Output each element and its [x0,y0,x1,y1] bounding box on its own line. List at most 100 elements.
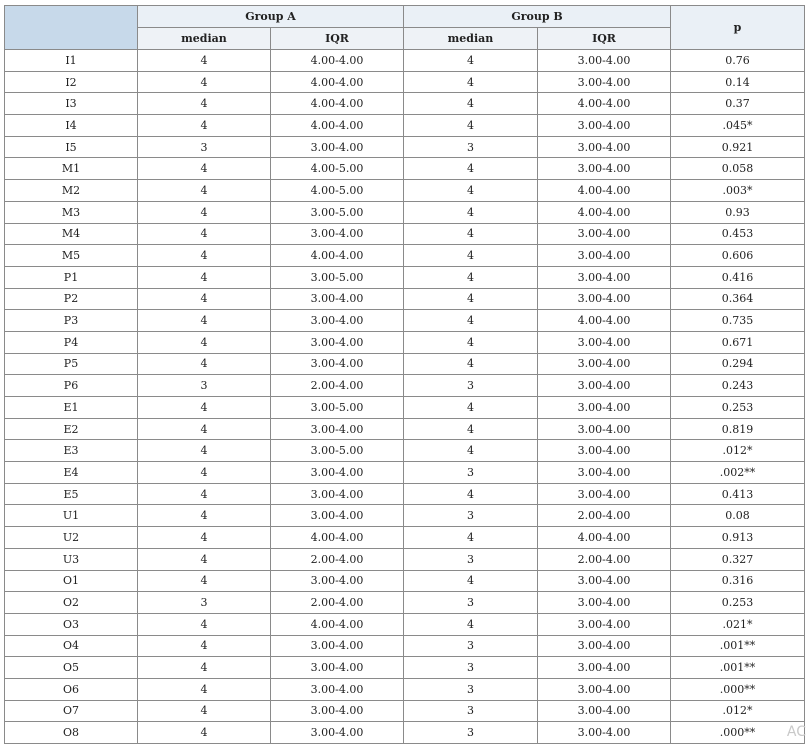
cell-item: E4 [4,461,138,484]
cell-a-iqr: 4.00-4.00 [270,70,404,94]
cell-b-iqr: 4.00-4.00 [537,309,671,332]
cell-item: U1 [4,504,138,528]
cell-b-iqr: 3.00-4.00 [537,157,671,181]
cell-p: 0.913 [670,526,805,549]
cell-b-iqr: 3.00-4.00 [537,287,671,311]
cell-item: P6 [4,374,138,397]
header-p: p [670,5,805,50]
cell-a-median: 4 [137,92,271,116]
cell-a-iqr: 3.00-4.00 [270,309,404,332]
cell-a-iqr: 4.00-4.00 [270,92,404,116]
cell-item: I5 [4,135,138,159]
table-body: I1 4 4.00-4.00 4 3.00-4.00 0.76 I2 4 4.00-4.00 4 3… [4,49,805,744]
cell-a-iqr: 4.00-4.00 [270,114,404,137]
cell-p: 0.294 [670,352,805,376]
cell-p: 0.08 [670,504,805,528]
header-a-iqr: IQR [270,27,404,50]
cell-b-median: 4 [403,114,538,137]
cell-a-median: 4 [137,439,271,463]
table-row: M3 4 3.00-5.00 4 4.00-4.00 0.93 [4,200,805,224]
cell-b-median: 3 [403,374,538,397]
cell-item: M5 [4,244,138,267]
cell-a-median: 4 [137,287,271,311]
table-row: E3 4 3.00-5.00 4 3.00-4.00.012* [4,439,805,463]
cell-a-median: 4 [137,222,271,246]
cell-b-iqr: 3.00-4.00 [537,417,671,441]
cell-p: .000** [670,677,805,701]
watermark-text: AC [786,724,806,740]
table-row: M2 4 4.00-5.00 4 4.00-4.00.003* [4,179,805,202]
table-row: O7 4 3.00-4.00 3 3.00-4.00.012* [4,699,805,723]
cell-b-iqr: 3.00-4.00 [537,591,671,614]
table-row: M4 4 3.00-4.00 4 3.00-4.00 0.453 [4,222,805,246]
cell-b-iqr: 3.00-4.00 [537,352,671,376]
cell-a-iqr: 3.00-4.00 [270,656,404,679]
cell-b-median: 4 [403,179,538,202]
cell-b-iqr: 3.00-4.00 [537,396,671,419]
cell-b-median: 4 [403,222,538,246]
header-corner-cell [4,5,138,50]
cell-a-iqr: 4.00-4.00 [270,526,404,549]
cell-item: P3 [4,309,138,332]
cell-item: E5 [4,482,138,506]
cell-b-iqr: 3.00-4.00 [537,374,671,397]
cell-a-iqr: 3.00-4.00 [270,222,404,246]
cell-item: O4 [4,634,138,658]
cell-item: O6 [4,677,138,701]
cell-p: 0.416 [670,265,805,289]
cell-b-median: 4 [403,439,538,463]
cell-a-iqr: 3.00-5.00 [270,200,404,224]
cell-p: 0.76 [670,49,805,72]
cell-b-iqr: 3.00-4.00 [537,634,671,658]
table-row: E2 4 3.00-4.00 4 3.00-4.00 0.819 [4,417,805,441]
cell-a-median: 4 [137,461,271,484]
cell-b-iqr: 3.00-4.00 [537,461,671,484]
cell-a-iqr: 2.00-4.00 [270,591,404,614]
cell-b-median: 3 [403,634,538,658]
cell-a-iqr: 3.00-4.00 [270,135,404,159]
table-row: U3 4 2.00-4.00 3 2.00-4.00 0.327 [4,547,805,571]
cell-a-median: 4 [137,179,271,202]
cell-item: I2 [4,70,138,94]
cell-a-median: 3 [137,374,271,397]
cell-b-median: 3 [403,461,538,484]
cell-b-median: 4 [403,157,538,181]
cell-item: O8 [4,721,138,744]
statistics-table: Group A Group B p median IQR median IQR … [4,5,805,744]
cell-a-iqr: 3.00-5.00 [270,396,404,419]
cell-p: 0.921 [670,135,805,159]
cell-b-iqr: 3.00-4.00 [537,244,671,267]
cell-a-median: 4 [137,699,271,723]
cell-item: E1 [4,396,138,419]
cell-item: M2 [4,179,138,202]
cell-p: .000** [670,721,805,744]
cell-a-median: 4 [137,721,271,744]
cell-a-median: 4 [137,656,271,679]
table-row: P1 4 3.00-5.00 4 3.00-4.00 0.416 [4,265,805,289]
cell-b-median: 4 [403,92,538,116]
cell-item: U2 [4,526,138,549]
cell-b-iqr: 3.00-4.00 [537,265,671,289]
cell-item: I4 [4,114,138,137]
cell-b-median: 3 [403,547,538,571]
cell-a-iqr: 3.00-4.00 [270,417,404,441]
cell-a-iqr: 3.00-5.00 [270,265,404,289]
cell-item: P1 [4,265,138,289]
table-row: E1 4 3.00-5.00 4 3.00-4.00 0.253 [4,396,805,419]
cell-item: P2 [4,287,138,311]
cell-a-iqr: 3.00-4.00 [270,482,404,506]
cell-b-median: 3 [403,656,538,679]
header-b-iqr: IQR [537,27,671,50]
cell-item: M4 [4,222,138,246]
cell-p: 0.453 [670,222,805,246]
cell-b-median: 3 [403,135,538,159]
table-row: I2 4 4.00-4.00 4 3.00-4.00 0.14 [4,70,805,94]
cell-a-median: 4 [137,70,271,94]
cell-item: P5 [4,352,138,376]
cell-a-median: 4 [137,677,271,701]
cell-a-iqr: 3.00-4.00 [270,677,404,701]
table-row: M5 4 4.00-4.00 4 3.00-4.00 0.606 [4,244,805,267]
cell-b-median: 4 [403,612,538,636]
cell-p: .021* [670,612,805,636]
cell-b-iqr: 3.00-4.00 [537,677,671,701]
